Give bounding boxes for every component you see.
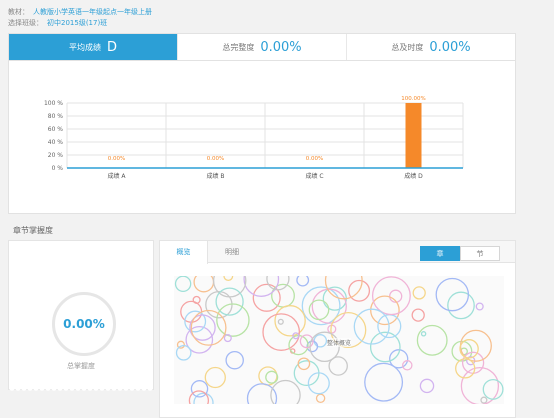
- y-tick-label: 20 %: [48, 152, 64, 159]
- completion-label: 总完整度: [222, 42, 255, 52]
- average-grade-value: D: [106, 39, 117, 55]
- bubble: [193, 392, 214, 404]
- bubble: [370, 295, 400, 326]
- bubble: [447, 291, 475, 320]
- grade-chart-card: 0 % 20 % 40 % 60 % 80 % 100 % 0.00% 成绩 A 0.00% 成绩…: [8, 61, 516, 214]
- bubble: [475, 302, 484, 311]
- ontime-label: 总及时度: [391, 42, 424, 52]
- data-label: 0.00%: [108, 156, 125, 162]
- data-label: 100.00%: [401, 96, 425, 102]
- bubble: [435, 277, 470, 312]
- x-tick-label: 成绩 D: [404, 172, 423, 180]
- average-grade-label: 平均成绩: [68, 42, 101, 52]
- toggle-section[interactable]: 节: [460, 246, 500, 261]
- bubble: [480, 396, 488, 404]
- bubble: [482, 378, 504, 400]
- bubble: [265, 370, 279, 384]
- bubble: [296, 276, 310, 287]
- tab-detail[interactable]: 明细: [208, 241, 256, 263]
- mastery-card: 0.00% 总掌握度: [8, 240, 154, 393]
- mastery-ring: 0.00%: [52, 292, 116, 356]
- chapter-mastery-panel: 概览 明细 章 节 整体概览: [159, 240, 516, 418]
- bubble-center-label: 整体概览: [327, 338, 352, 347]
- bubble: [277, 318, 284, 325]
- x-tick-label: 成绩 A: [107, 172, 126, 180]
- data-label: 0.00%: [306, 156, 323, 162]
- average-grade-cell[interactable]: 平均成绩 D: [9, 34, 177, 60]
- bubble: [225, 350, 244, 370]
- ontime-value: 0.00%: [429, 39, 471, 55]
- torn-edge: [9, 388, 153, 393]
- y-tick-label: 60 %: [48, 126, 64, 133]
- mastery-value: 0.00%: [63, 317, 105, 331]
- textbook-value[interactable]: 人教版小学英语一年级起点一年级上册: [33, 8, 152, 16]
- bubble: [419, 378, 435, 394]
- y-tick-label: 100 %: [44, 100, 63, 107]
- bubble: [412, 286, 426, 300]
- class-label: 选择班级：: [8, 19, 43, 27]
- bubble: [223, 276, 234, 282]
- textbook-line: 教材： 人教版小学英语一年级起点一年级上册: [8, 7, 152, 17]
- bubble: [411, 308, 425, 322]
- x-tick-label: 成绩 C: [305, 172, 323, 180]
- bubble: [313, 334, 328, 348]
- grade-bar-chart: 0 % 20 % 40 % 60 % 80 % 100 % 0.00% 成绩 A 0.00% 成绩…: [44, 96, 464, 180]
- toggle-chapter[interactable]: 章: [420, 246, 460, 261]
- class-line: 选择班级： 初中2015级(17)班: [8, 18, 107, 28]
- bubble: [175, 344, 192, 361]
- bubble: [174, 276, 192, 293]
- bubble: [204, 366, 226, 389]
- bubble: [420, 331, 427, 337]
- bubble: [364, 362, 404, 402]
- y-tick-label: 80 %: [48, 113, 64, 120]
- class-value[interactable]: 初中2015级(17)班: [47, 19, 107, 27]
- x-tick-label: 成绩 B: [206, 172, 224, 180]
- tab-overview[interactable]: 概览: [160, 241, 208, 264]
- bubble: [371, 276, 411, 316]
- y-tick-label: 40 %: [48, 139, 64, 146]
- section-title: 章节掌握度: [13, 226, 53, 235]
- bubble: [315, 393, 326, 404]
- y-tick-label: 0 %: [52, 165, 64, 172]
- bubble: [271, 283, 295, 308]
- data-label: 0.00%: [207, 156, 224, 162]
- bubble: [190, 309, 227, 346]
- completion-value: 0.00%: [260, 39, 302, 55]
- chapter-section-toggle: 章 节: [420, 246, 500, 261]
- bubble: [311, 288, 347, 324]
- completion-cell[interactable]: 总完整度 0.00%: [177, 34, 346, 60]
- bubble: [460, 366, 500, 404]
- bubble: [416, 324, 448, 356]
- bubble: [193, 276, 215, 293]
- ontime-cell[interactable]: 总及时度 0.00%: [346, 34, 515, 60]
- bar: [405, 103, 422, 168]
- bubble: [274, 305, 306, 337]
- bubble: [297, 357, 311, 371]
- textbook-label: 教材：: [8, 8, 29, 16]
- summary-bar: 平均成绩 D 总完整度 0.00% 总及时度 0.00%: [8, 33, 516, 61]
- mastery-label: 总掌握度: [67, 362, 95, 370]
- bubble: [216, 303, 250, 337]
